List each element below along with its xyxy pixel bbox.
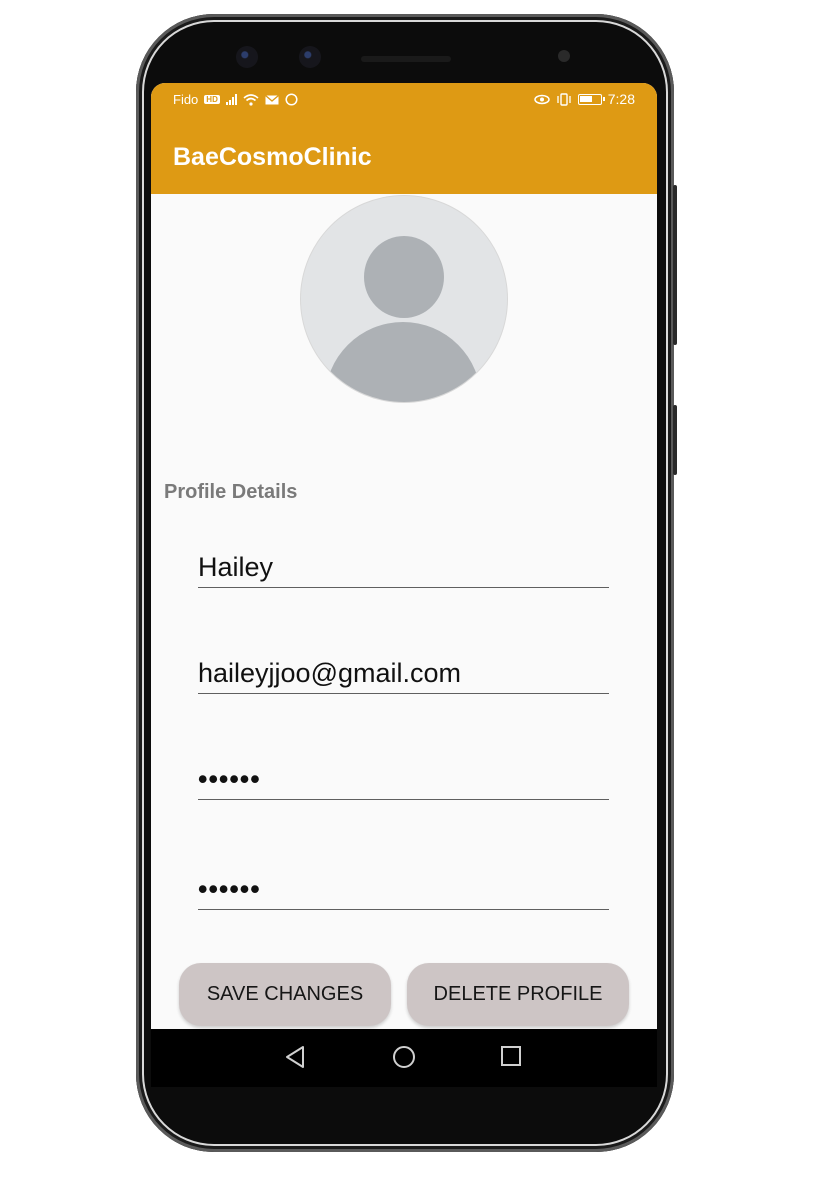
name-field[interactable]: Hailey (198, 547, 609, 588)
password-value: •••••• (198, 764, 261, 794)
app-title: BaeCosmoClinic (173, 143, 372, 171)
wifi-icon (243, 93, 259, 106)
status-bar: Fido HD 7:28 (151, 83, 657, 117)
eye-icon (534, 94, 550, 104)
delete-profile-button[interactable]: DELETE PROFILE (407, 963, 629, 1026)
avatar-body (325, 322, 481, 402)
email-value: haileyjjoo@gmail.com (198, 658, 462, 688)
recents-icon[interactable] (500, 1045, 522, 1067)
profile-details-label: Profile Details (164, 481, 298, 503)
save-changes-button[interactable]: SAVE CHANGES (179, 963, 391, 1026)
app-bar: BaeCosmoClinic (151, 117, 657, 194)
power-button (673, 185, 677, 345)
confirm-password-value: •••••• (198, 874, 261, 904)
vibrate-icon (557, 92, 571, 106)
status-time: 7:28 (607, 91, 635, 107)
mail-icon (264, 94, 279, 104)
confirm-password-field[interactable]: •••••• (198, 869, 609, 910)
front-camera-icon (236, 46, 258, 68)
volume-button (673, 405, 677, 475)
front-camera-icon (299, 46, 321, 68)
email-field[interactable]: haileyjjoo@gmail.com (198, 653, 609, 694)
home-icon[interactable] (392, 1045, 416, 1069)
hd-badge: HD (204, 95, 220, 104)
default-avatar-icon[interactable] (301, 196, 507, 402)
password-field[interactable]: •••••• (198, 759, 609, 800)
app-screen: Fido HD 7:28 BaeCosmoClinic Profile Deta… (151, 83, 657, 1030)
proximity-sensor (558, 50, 570, 62)
circle-icon (285, 93, 298, 106)
name-value: Hailey (198, 552, 274, 582)
back-icon[interactable] (284, 1045, 306, 1069)
navigation-bar (151, 1029, 657, 1087)
carrier-name: Fido (173, 92, 199, 107)
signal-icon (225, 94, 237, 105)
earpiece-speaker (361, 56, 451, 62)
avatar-head (364, 236, 444, 318)
battery-icon (577, 93, 605, 105)
